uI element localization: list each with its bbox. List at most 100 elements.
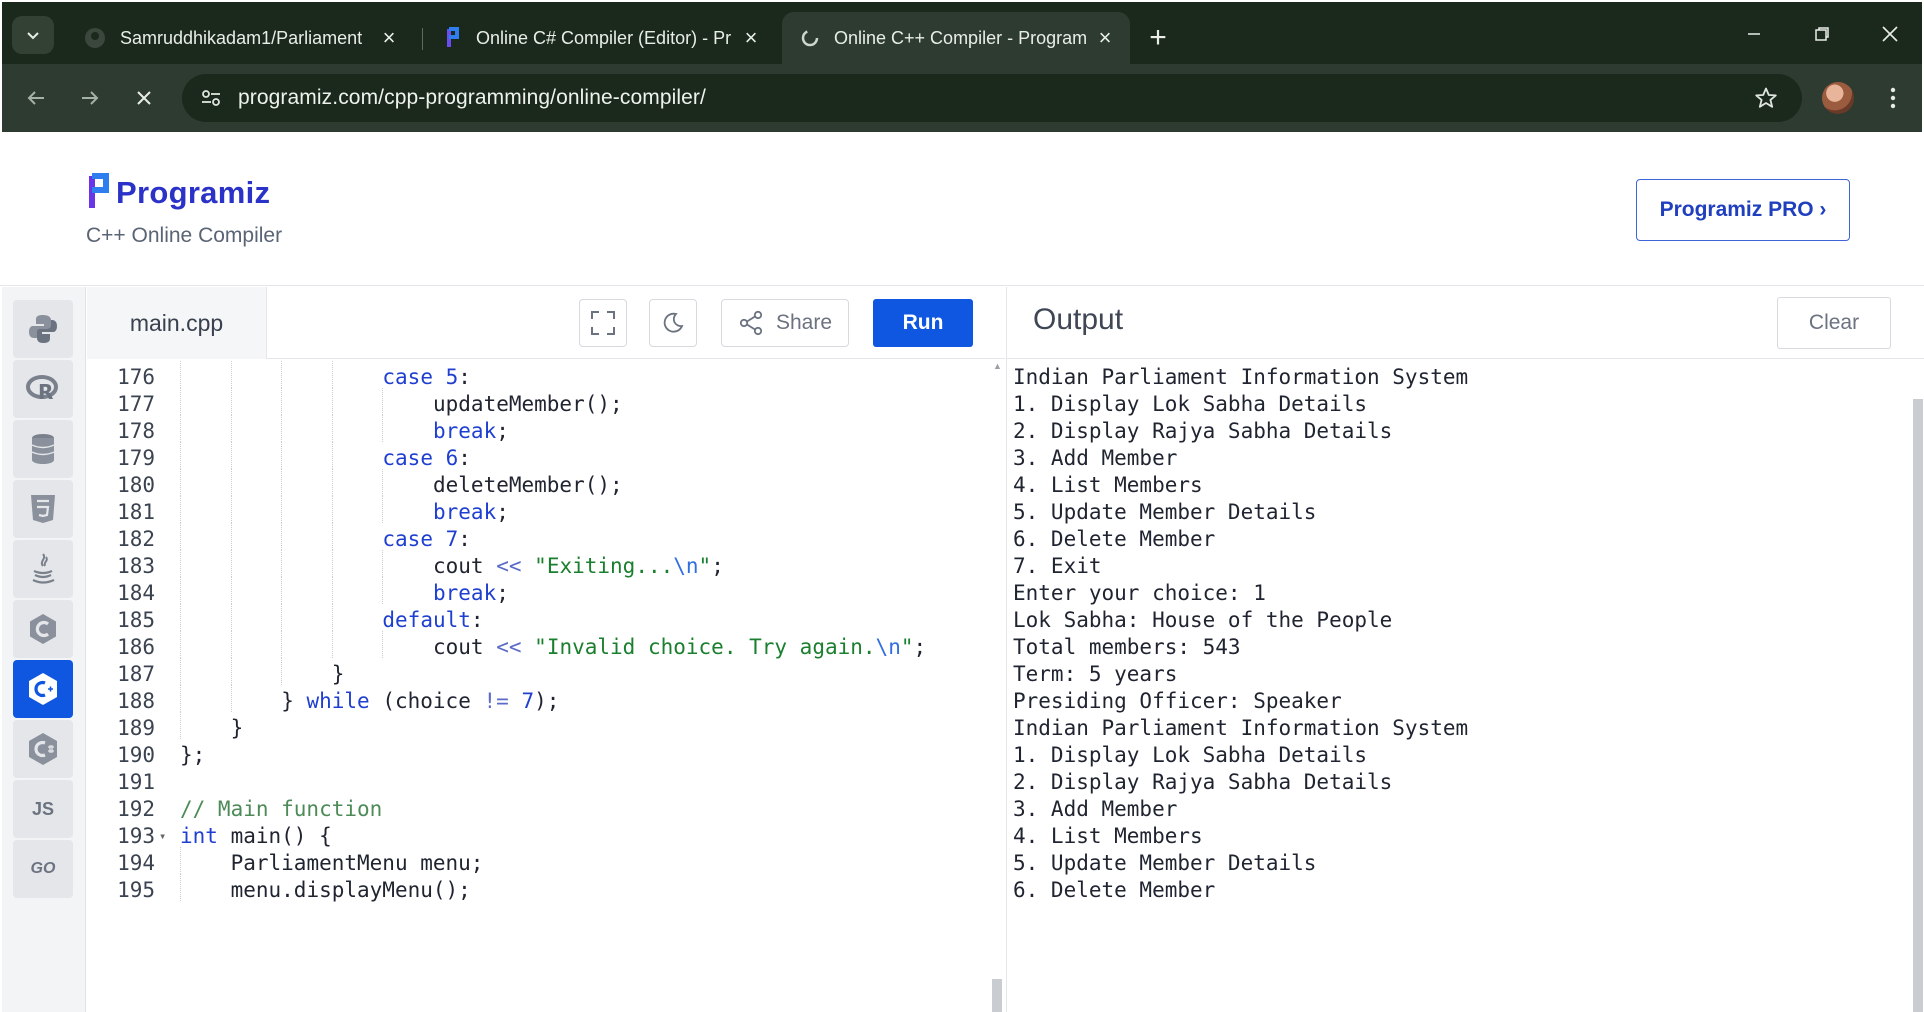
code-token: "Invalid choice. Try again. [534, 635, 876, 659]
new-tab-button[interactable]: + [1140, 20, 1176, 56]
code-token: case [382, 365, 446, 389]
indent-guide [180, 442, 181, 469]
close-icon[interactable]: × [740, 25, 762, 50]
url-text[interactable]: programiz.com/cpp-programming/online-com… [238, 86, 706, 110]
indent-guide [230, 631, 232, 658]
sidebar-item-java[interactable] [13, 540, 73, 598]
clear-button[interactable]: Clear [1777, 297, 1891, 349]
indent-guide [331, 577, 333, 604]
programiz-logo[interactable]: Programiz [88, 170, 270, 210]
sidebar-item-csharp[interactable] [13, 720, 73, 778]
sidebar-item-js[interactable]: JS [13, 780, 73, 838]
code-token: ); [534, 689, 560, 713]
output-title: Output [1033, 303, 1124, 336]
tab-search-button[interactable] [12, 16, 54, 54]
code-token: } [331, 662, 345, 686]
logo-text: Programiz [116, 175, 271, 210]
indent-guide [180, 658, 181, 685]
indent-guide [180, 847, 181, 874]
output-scroll-thumb[interactable] [1913, 399, 1923, 1012]
indent-guide [281, 550, 283, 577]
go-icon: GO [30, 860, 56, 877]
profile-avatar[interactable] [1822, 82, 1854, 114]
code-token: while [306, 689, 370, 713]
browser-menu-button[interactable] [1878, 80, 1908, 116]
indent-guide [281, 361, 283, 388]
indent-guide [180, 631, 181, 658]
c-icon [30, 614, 56, 644]
indent-guide [382, 415, 384, 442]
browser-tab-csharp[interactable]: Online C# Compiler (Editor) - Pr × [428, 12, 776, 64]
code-editor[interactable]: 176 case 5: 177 updateMember(); 178 break; 179… [87, 359, 1005, 1012]
tab-strip: Samruddhikadam1/Parliament × Online C# C… [2, 2, 1922, 64]
close-window-button[interactable] [1870, 16, 1910, 52]
code-line[interactable]: 195 menu.displayMenu(); [87, 874, 987, 907]
code-token: ; [913, 635, 927, 659]
code-token: default [382, 608, 471, 632]
arrow-right-icon [82, 91, 99, 105]
bookmark-star-icon[interactable] [1752, 84, 1780, 112]
close-icon [1882, 26, 1898, 42]
indent-guide [230, 496, 232, 523]
sidebar-item-cpp[interactable] [13, 660, 73, 718]
editor-scroll-thumb[interactable] [992, 979, 1002, 1012]
indent-guide [180, 496, 181, 523]
sidebar-item-sql[interactable] [13, 420, 73, 478]
code-token: int [180, 824, 218, 848]
code-token: ; [711, 554, 724, 578]
browser-tab-cpp[interactable]: Online C++ Compiler - Program × [782, 12, 1130, 64]
dark-mode-button[interactable] [649, 299, 697, 347]
database-icon [31, 434, 55, 464]
back-button[interactable] [18, 80, 54, 116]
indent-guide [281, 442, 283, 469]
minimize-icon [1748, 33, 1760, 35]
forward-button[interactable] [72, 80, 108, 116]
line-number: 195 [117, 878, 155, 902]
scroll-up-icon[interactable]: ▲ [993, 361, 1002, 371]
indent-guide [281, 388, 283, 415]
share-button[interactable]: Share [721, 299, 849, 347]
code-token: (choice [369, 689, 484, 713]
site-header: Programiz C++ Online Compiler Programiz … [0, 132, 1924, 286]
fullscreen-button[interactable] [579, 299, 627, 347]
minimize-button[interactable] [1734, 16, 1774, 52]
editor-toolbar: main.cpp Share Run [87, 287, 1005, 359]
indent-guide [331, 631, 333, 658]
output-header: Output Clear [1007, 287, 1924, 359]
programiz-pro-button[interactable]: Programiz PRO › [1636, 179, 1850, 241]
tab-title: Samruddhikadam1/Parliament [120, 27, 363, 48]
run-button[interactable]: Run [873, 299, 973, 347]
programiz-logo-icon [89, 173, 109, 208]
sidebar-item-html[interactable] [13, 480, 73, 538]
close-icon[interactable]: × [378, 25, 400, 50]
code-token: menu.displayMenu(); [230, 878, 471, 902]
code-token: ParliamentMenu menu; [230, 851, 484, 875]
indent-guide [281, 523, 283, 550]
close-icon[interactable]: × [1094, 25, 1116, 50]
indent-guide [281, 631, 283, 658]
editor-scrollbar[interactable]: ▲ [989, 359, 1003, 1012]
stop-loading-button[interactable] [126, 80, 162, 116]
svg-text:R: R [38, 380, 53, 404]
restore-button[interactable] [1802, 16, 1842, 52]
browser-toolbar: programiz.com/cpp-programming/online-com… [2, 64, 1922, 132]
indent-guide [281, 604, 283, 631]
sidebar-item-c[interactable] [13, 600, 73, 658]
sidebar-item-r[interactable]: R [13, 360, 73, 418]
file-tab-main-cpp[interactable]: main.cpp [87, 287, 267, 359]
indent-guide [230, 523, 232, 550]
sidebar-item-python[interactable] [13, 300, 73, 358]
indent-guide [230, 577, 232, 604]
indent-guide [382, 550, 384, 577]
code-token: \n [673, 554, 699, 578]
output-scrollbar[interactable] [1909, 359, 1924, 1012]
browser-tab-github[interactable]: Samruddhikadam1/Parliament × [66, 12, 414, 64]
address-bar[interactable]: programiz.com/cpp-programming/online-com… [182, 74, 1802, 122]
output-console[interactable]: Indian Parliament Information System 1. D… [1007, 359, 1907, 1012]
loading-icon [801, 29, 819, 47]
site-info-icon[interactable] [196, 84, 226, 112]
sidebar-item-go[interactable]: GO [13, 840, 73, 898]
indent-guide [382, 577, 384, 604]
indent-guide [180, 874, 181, 901]
